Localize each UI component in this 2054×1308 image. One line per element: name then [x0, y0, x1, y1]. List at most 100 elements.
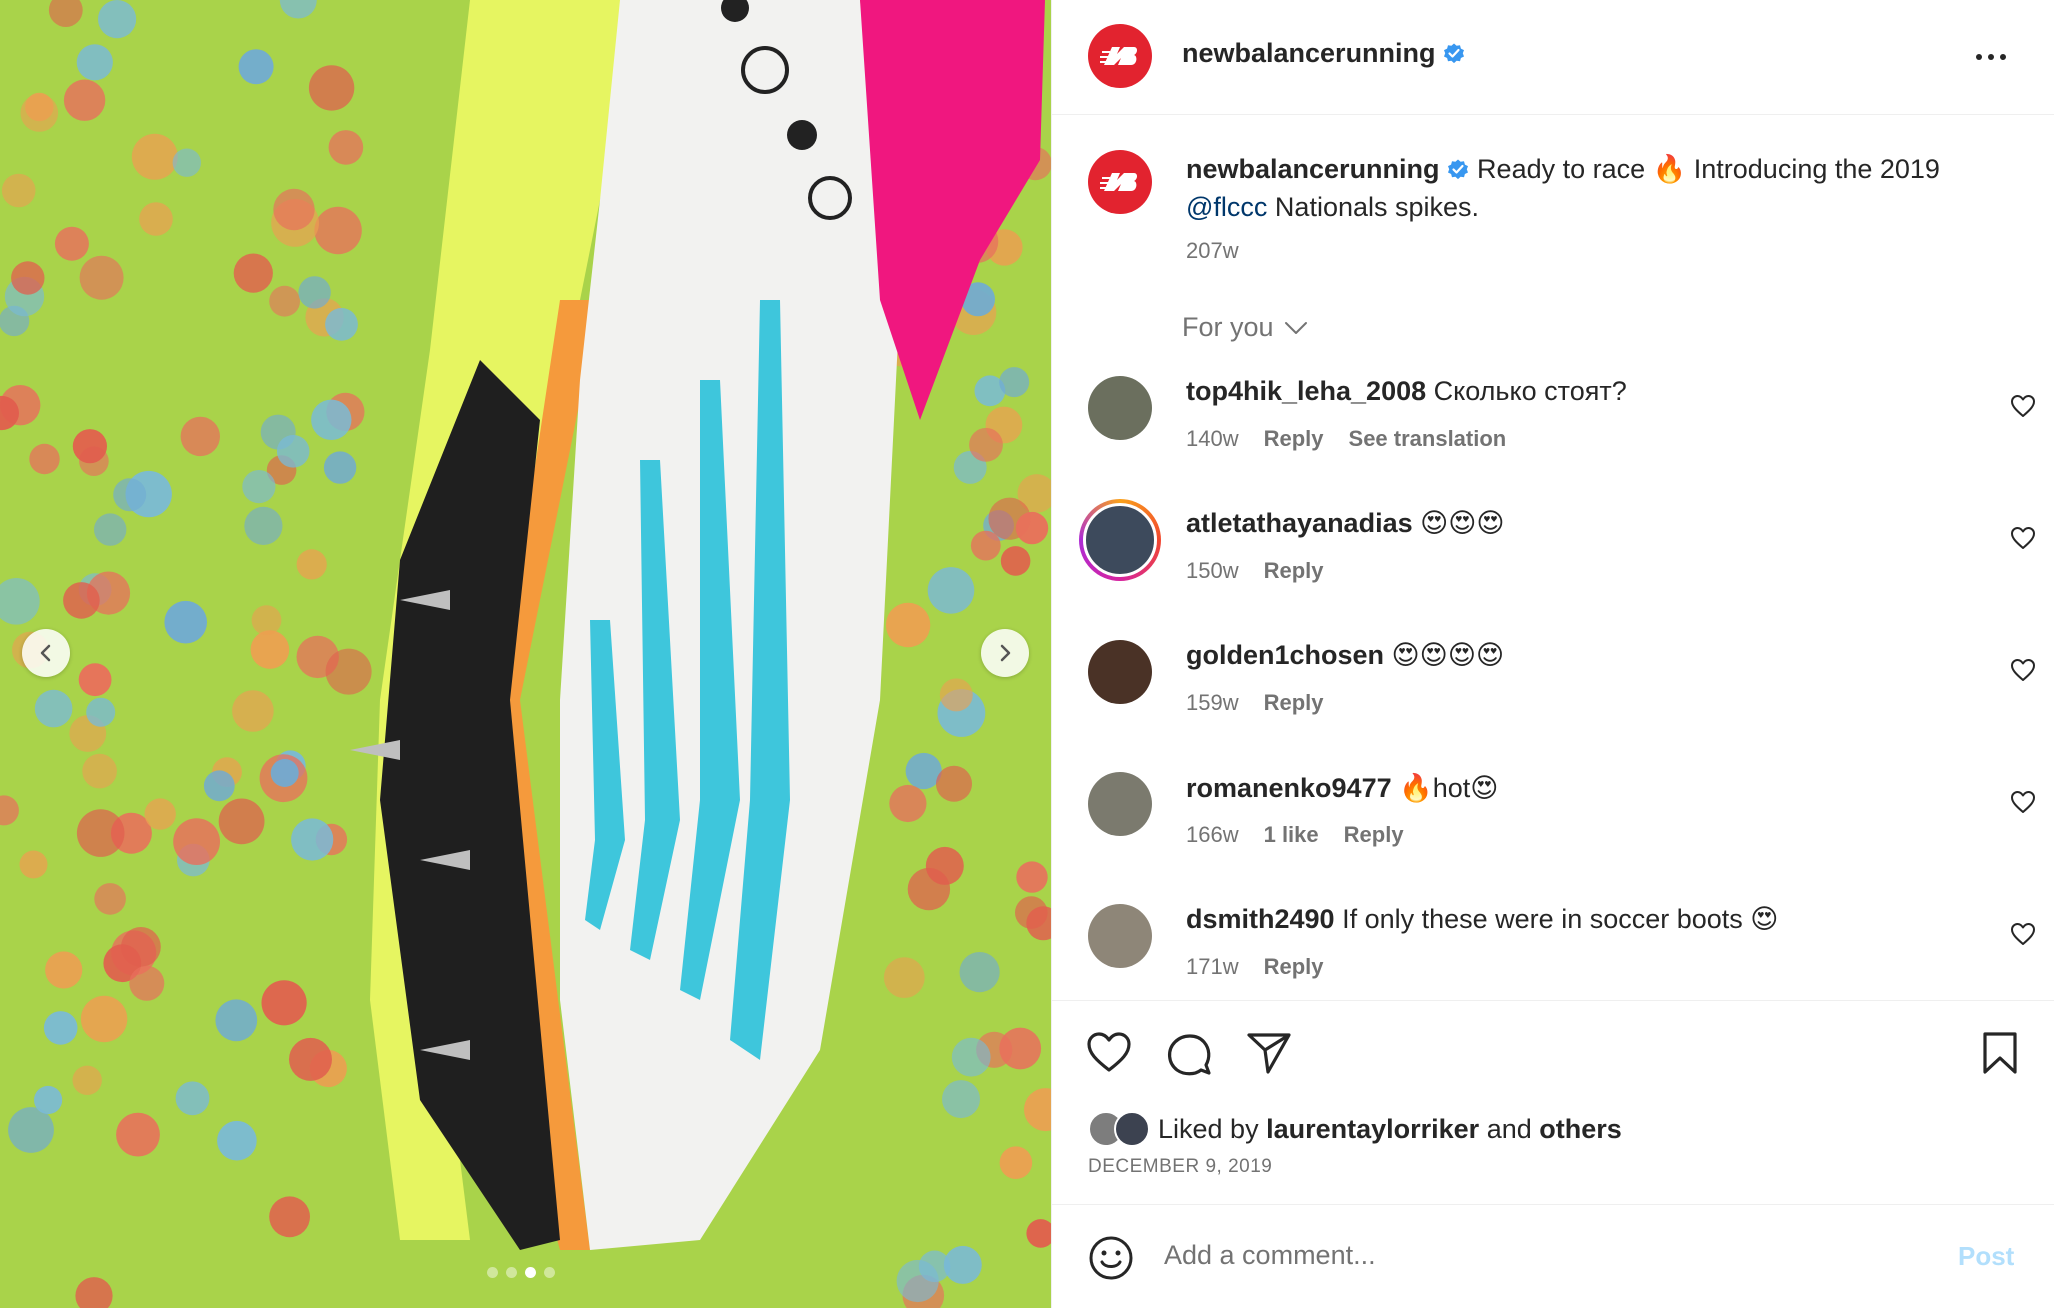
confetti-dot: [94, 883, 126, 915]
likes-prefix: Liked by: [1158, 1113, 1267, 1144]
caption-username[interactable]: newbalancerunning: [1186, 154, 1440, 184]
others-link[interactable]: others: [1539, 1114, 1622, 1144]
confetti-dot: [172, 148, 201, 177]
commenter-username[interactable]: top4hik_leha_2008: [1186, 376, 1426, 406]
carousel-dot: [525, 1267, 536, 1278]
comment-meta: 150w Reply: [1186, 558, 1324, 584]
heart-icon[interactable]: [1086, 1031, 1132, 1073]
comment-like-heart-icon[interactable]: [2010, 394, 2036, 418]
confetti-dot: [883, 957, 925, 998]
comment-body: If only these were in soccer boots 😍: [1334, 904, 1779, 934]
confetti-dot: [999, 1146, 1033, 1179]
confetti-dot: [72, 1065, 102, 1096]
commenter-username[interactable]: romanenko9477: [1186, 773, 1392, 803]
carousel-indicator: [487, 1267, 555, 1278]
post-media[interactable]: [0, 0, 1051, 1308]
commenter-username[interactable]: dsmith2490: [1186, 904, 1335, 934]
post-author-username[interactable]: newbalancerunning: [1182, 38, 1466, 69]
confetti-dot: [251, 605, 282, 636]
confetti-dot: [296, 549, 327, 580]
comment-like-heart-icon[interactable]: [2010, 526, 2036, 550]
confetti-dot: [959, 952, 1000, 993]
comment-meta: 166w 1 like Reply: [1186, 822, 1404, 848]
confetti-dot: [289, 1037, 332, 1081]
see-translation-button[interactable]: See translation: [1349, 426, 1507, 452]
confetti-dot: [203, 770, 235, 802]
emoji-icon[interactable]: [1088, 1235, 1134, 1281]
comment-input[interactable]: [1164, 1233, 1844, 1277]
confetti-dot: [82, 753, 117, 789]
comment-like-heart-icon[interactable]: [2010, 790, 2036, 814]
comment-sort-dropdown[interactable]: For you: [1182, 312, 1308, 343]
confetti-dot: [131, 133, 178, 180]
comment-body: 🔥hot😍: [1391, 773, 1499, 803]
confetti-dot: [242, 470, 276, 504]
caption-avatar[interactable]: [1088, 150, 1152, 214]
confetti-dot: [291, 818, 334, 861]
commenter-avatar[interactable]: [1088, 376, 1152, 440]
confetti-dot: [261, 980, 307, 1026]
confetti-dot: [180, 416, 220, 457]
carousel-dot: [544, 1267, 555, 1278]
reply-button[interactable]: Reply: [1264, 954, 1324, 980]
commenter-avatar[interactable]: [1079, 499, 1161, 581]
share-icon[interactable]: [1246, 1031, 1292, 1075]
reply-button[interactable]: Reply: [1264, 690, 1324, 716]
post-details-panel: newbalancerunning newbalancerunning Read…: [1051, 0, 2054, 1308]
confetti-dot: [63, 582, 100, 619]
comment-timestamp[interactable]: 171w: [1186, 954, 1239, 980]
commenter-avatar[interactable]: [1088, 640, 1152, 704]
confetti-dot: [144, 798, 176, 830]
comment-timestamp[interactable]: 140w: [1186, 426, 1239, 452]
comment-timestamp[interactable]: 159w: [1186, 690, 1239, 716]
reply-button[interactable]: Reply: [1344, 822, 1404, 848]
reply-button[interactable]: Reply: [1264, 426, 1324, 452]
confetti-dot: [328, 130, 364, 165]
caption-timestamp[interactable]: 207w: [1186, 238, 1239, 264]
confetti-dot: [34, 1085, 63, 1115]
confetti-dot: [308, 65, 355, 111]
confetti-dot: [269, 1196, 310, 1238]
comment-likes-count[interactable]: 1 like: [1264, 822, 1319, 848]
confetti-dot: [325, 648, 372, 695]
confetti-dot: [79, 255, 124, 300]
reply-button[interactable]: Reply: [1264, 558, 1324, 584]
confetti-dot: [951, 1037, 991, 1077]
comment-icon[interactable]: [1166, 1031, 1212, 1077]
more-icon[interactable]: [1974, 40, 2008, 74]
username-text[interactable]: newbalancerunning: [1182, 38, 1436, 68]
confetti-dot: [270, 759, 299, 787]
confetti-dot: [896, 1259, 939, 1303]
mention-link[interactable]: @flccc: [1186, 192, 1267, 222]
commenter-avatar[interactable]: [1088, 772, 1152, 836]
confetti-dot: [276, 435, 310, 468]
confetti-dot: [54, 226, 89, 261]
confetti-dot: [76, 809, 125, 857]
likes-middle: and: [1479, 1113, 1540, 1144]
confetti-dot: [19, 850, 48, 879]
avatar[interactable]: [1088, 24, 1152, 88]
next-image-button[interactable]: [981, 629, 1029, 677]
add-comment-bar: Post: [1052, 1204, 2054, 1308]
commenter-avatar[interactable]: [1088, 904, 1152, 968]
confetti-dot: [273, 188, 315, 231]
confetti-dot: [907, 867, 951, 911]
post-date[interactable]: DECEMBER 9, 2019: [1088, 1156, 1272, 1178]
post-comment-button[interactable]: Post: [1958, 1241, 2014, 1272]
confetti-dot: [63, 79, 106, 121]
comment-item: golden1chosen 😍😍😍😍 159w Reply: [1052, 640, 2054, 760]
commenter-username[interactable]: atletathayanadias: [1186, 508, 1413, 538]
confetti-dot: [970, 530, 1001, 561]
likes-summary: Liked by laurentaylorriker and others: [1088, 1111, 1622, 1147]
comment-like-heart-icon[interactable]: [2010, 658, 2036, 682]
liker-username-link[interactable]: laurentaylorriker: [1266, 1114, 1479, 1144]
confetti-dot: [139, 202, 173, 236]
bookmark-icon[interactable]: [1980, 1031, 2020, 1075]
comment-like-heart-icon[interactable]: [2010, 922, 2036, 946]
commenter-username[interactable]: golden1chosen: [1186, 640, 1384, 670]
previous-image-button[interactable]: [22, 629, 70, 677]
comment-meta: 171w Reply: [1186, 954, 1324, 980]
comment-timestamp[interactable]: 166w: [1186, 822, 1239, 848]
comment-timestamp[interactable]: 150w: [1186, 558, 1239, 584]
carousel-dot: [506, 1267, 517, 1278]
